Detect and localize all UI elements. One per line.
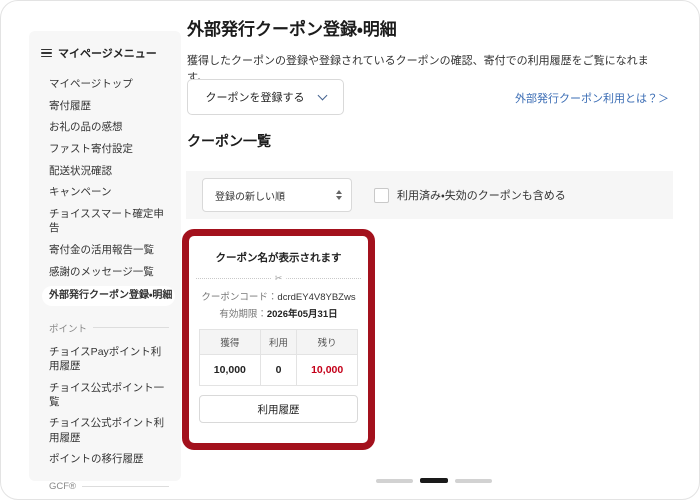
sidebar-item-delivery-status[interactable]: 配送状況確認 — [49, 164, 169, 178]
sidebar-item-mypage-top[interactable]: マイページトップ — [49, 77, 169, 91]
sidebar-item-gift-reviews[interactable]: お礼の品の感想 — [49, 120, 169, 134]
coupon-code-line: クーポンコード：dcrdEY4V8YBZws — [199, 289, 358, 303]
coupon-name: クーポン名が表示されます — [215, 252, 342, 264]
coupon-list-title: クーポン一覧 — [187, 133, 271, 149]
header-used: 利用 — [259, 329, 298, 355]
value-used: 0 — [259, 354, 298, 386]
coupon-balance-table: 獲得 利用 残り 10,000 0 10,000 — [199, 329, 358, 386]
sidebar-item-official-points-history[interactable]: チョイス公式ポイント利用履歴 — [49, 416, 169, 444]
filter-checkbox[interactable] — [374, 187, 389, 203]
sort-select[interactable]: 登録の新しい順 — [202, 178, 352, 212]
page-title: 外部発行クーポン登録・明細 — [187, 20, 397, 39]
table-header-row: 獲得 利用 残り — [199, 329, 358, 355]
sidebar-item-points-transfer[interactable]: ポイントの移行履歴 — [49, 452, 169, 466]
header-acquired: 獲得 — [199, 329, 261, 355]
coupon-code-label: クーポンコード： — [201, 292, 278, 303]
section-divider — [82, 486, 169, 488]
coupon-expiry-label: 有効期限： — [219, 309, 267, 320]
coupon-card-highlight-annotation: クーポン名が表示されます ✂ クーポンコード：dcrdEY4V8YBZws 有効… — [182, 229, 375, 450]
value-remaining: 10,000 — [296, 354, 358, 386]
value-acquired: 10,000 — [199, 354, 261, 386]
sidebar-list: マイページトップ 寄付履歴 お礼の品の感想 ファスト寄付設定 配送状況確認 キャ… — [42, 77, 175, 499]
register-coupon-button[interactable]: クーポンを登録する — [187, 79, 344, 115]
header-remaining: 残り — [296, 329, 358, 355]
external-coupon-help-link[interactable]: 外部発行クーポン利用とは？＞ — [515, 90, 669, 106]
coupon-code-value: dcrdEY4V8YBZws — [277, 292, 356, 303]
pagination-bar-1[interactable] — [376, 478, 413, 483]
sidebar-header: マイページメニュー — [41, 45, 169, 61]
pagination — [376, 478, 492, 483]
sidebar-section-gcf: GCF® — [49, 481, 169, 492]
chevron-down-icon — [317, 90, 327, 100]
register-coupon-label: クーポンを登録する — [205, 92, 305, 104]
arrow-up-icon — [336, 190, 342, 194]
include-expired-checkbox-group[interactable]: 利用済み・失効のクーポンも含める — [374, 187, 566, 203]
sidebar-item-choicepay-history[interactable]: チョイスPayポイント利用履歴 — [49, 345, 169, 373]
sidebar-item-campaign[interactable]: キャンペーン — [49, 185, 169, 199]
sidebar-item-official-points-list[interactable]: チョイス公式ポイント一覧 — [49, 381, 169, 409]
coupon-cut-line: ✂ — [196, 274, 361, 284]
sidebar-item-fast-donation[interactable]: ファスト寄付設定 — [49, 142, 169, 156]
coupon-expiry-value: 2026年05月31日 — [266, 309, 338, 320]
points-section-label: ポイント — [49, 323, 88, 335]
filter-bar: 登録の新しい順 利用済み・失効のクーポンも含める — [186, 171, 673, 219]
coupon-expiry-line: 有効期限：2026年05月31日 — [199, 306, 358, 320]
sidebar: マイページメニュー マイページトップ 寄付履歴 お礼の品の感想 ファスト寄付設定… — [29, 31, 181, 492]
arrow-down-icon — [336, 196, 342, 200]
sidebar-item-external-coupon-active[interactable]: 外部発行クーポン登録・明細 — [42, 286, 175, 306]
sidebar-title: マイページメニュー — [58, 48, 157, 60]
usage-history-button[interactable]: 利用履歴 — [199, 395, 358, 423]
table-value-row: 10,000 0 10,000 — [199, 354, 358, 386]
sidebar-section-points: ポイント — [49, 321, 169, 335]
sidebar-item-donation-history[interactable]: 寄付履歴 — [49, 99, 169, 113]
gcf-section-label: GCF® — [49, 481, 77, 493]
pagination-bar-2-active[interactable] — [420, 478, 448, 483]
scissors-icon: ✂ — [270, 274, 287, 284]
sort-select-value: 登録の新しい順 — [215, 191, 285, 203]
section-divider — [93, 327, 169, 329]
page-card: マイページメニュー マイページトップ 寄付履歴 お礼の品の感想 ファスト寄付設定… — [0, 0, 700, 500]
sort-arrows-icon — [336, 190, 342, 200]
sidebar-item-usage-reports[interactable]: 寄付金の活用報告一覧 — [49, 243, 169, 257]
sidebar-item-smart-tax-return[interactable]: チョイススマート確定申告 — [49, 207, 169, 235]
pagination-bar-3[interactable] — [455, 478, 492, 483]
filter-checkbox-label: 利用済み・失効のクーポンも含める — [397, 190, 566, 202]
menu-icon — [41, 48, 52, 58]
sidebar-item-thanks-messages[interactable]: 感謝のメッセージ一覧 — [49, 265, 169, 279]
